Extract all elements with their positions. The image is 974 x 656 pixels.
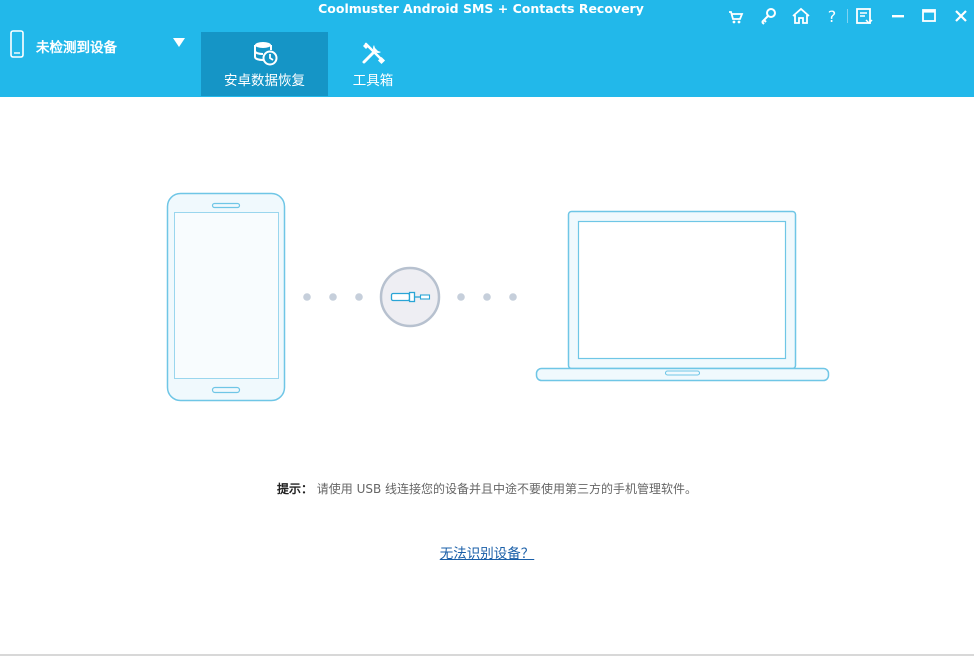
help-link-container: 无法识别设备？ (0, 542, 974, 562)
hint-text: 请使用 USB 线连接您的设备并且中途不要使用第三方的手机管理软件。 (316, 482, 698, 496)
hint-message: 提示： 请使用 USB 线连接您的设备并且中途不要使用第三方的手机管理软件。 (0, 480, 974, 497)
hint-label: 提示： (276, 482, 313, 496)
usb-cable-icon (379, 266, 441, 328)
cannot-recognize-device-link[interactable]: 无法识别设备？ (440, 546, 535, 562)
laptop-illustration (535, 210, 830, 382)
phone-illustration (166, 192, 286, 402)
